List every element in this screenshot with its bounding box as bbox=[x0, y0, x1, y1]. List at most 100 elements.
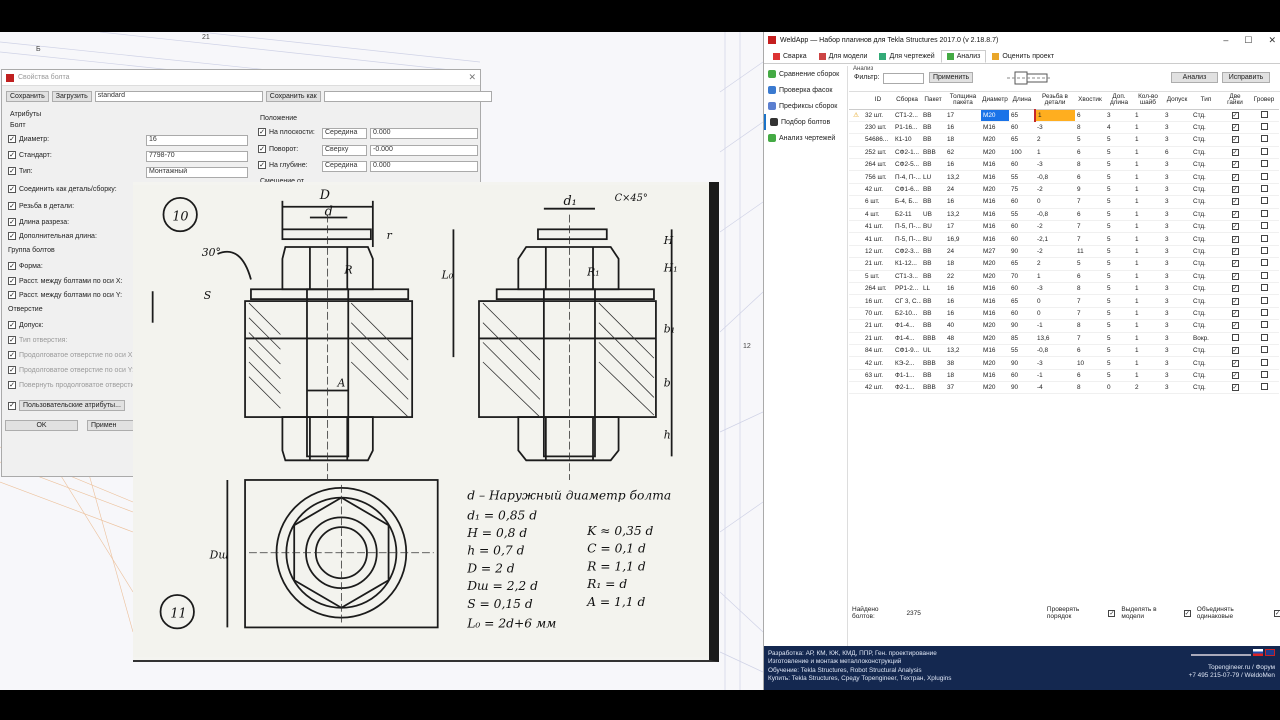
two-nuts-checkbox[interactable]: ✓ bbox=[1221, 109, 1249, 122]
table-cell[interactable]: 1 bbox=[1133, 257, 1163, 271]
table-cell[interactable]: 1 bbox=[1133, 270, 1163, 283]
table-cell[interactable]: BB bbox=[921, 369, 945, 383]
type-checkbox[interactable]: ✓ bbox=[8, 167, 16, 175]
ok-button[interactable]: OK bbox=[5, 420, 78, 431]
en-flag-icon[interactable] bbox=[1265, 649, 1275, 656]
select-model-checkbox[interactable]: ✓ bbox=[1183, 609, 1191, 617]
table-cell[interactable]: 13,6 bbox=[1035, 332, 1075, 345]
dist-y-checkbox[interactable]: ✓ bbox=[8, 291, 16, 299]
table-cell[interactable]: 65 bbox=[1009, 109, 1035, 122]
two-nuts-checkbox[interactable]: ✓ bbox=[1221, 232, 1249, 246]
ru-flag-icon[interactable] bbox=[1253, 649, 1263, 656]
table-cell[interactable]: M16 bbox=[981, 170, 1009, 184]
table-cell[interactable]: 63 шт. bbox=[863, 369, 893, 383]
table-cell[interactable]: 18 bbox=[945, 133, 981, 147]
table-cell[interactable]: 75 bbox=[1009, 183, 1035, 197]
table-cell[interactable]: 8 bbox=[1075, 381, 1105, 395]
table-cell[interactable]: 41 шт. bbox=[863, 220, 893, 234]
table-cell[interactable]: BB bbox=[921, 183, 945, 197]
table-cell[interactable]: Стд. bbox=[1191, 220, 1221, 234]
table-cell[interactable]: 55 bbox=[1009, 208, 1035, 222]
table-cell[interactable]: 5 bbox=[1105, 158, 1133, 172]
table-cell[interactable]: 17 bbox=[945, 220, 981, 234]
table-cell[interactable]: 3 bbox=[1163, 220, 1191, 234]
table-cell[interactable]: Стд. bbox=[1191, 307, 1221, 321]
table-cell[interactable]: 18 bbox=[945, 369, 981, 383]
table-cell[interactable]: 5 bbox=[1105, 282, 1133, 296]
table-cell[interactable]: 7 bbox=[1075, 332, 1105, 345]
table-cell[interactable]: 16 bbox=[945, 294, 981, 308]
two-nuts-checkbox[interactable]: ✓ bbox=[1221, 170, 1249, 184]
rotation-checkbox[interactable]: ✓ bbox=[258, 145, 266, 153]
checkbox-box[interactable] bbox=[1260, 370, 1268, 378]
table-cell[interactable]: РР1-2... bbox=[893, 282, 921, 296]
table-cell[interactable]: -0,8 bbox=[1035, 170, 1075, 184]
close-icon[interactable]: ✕ bbox=[1268, 35, 1276, 46]
table-cell[interactable]: BB bbox=[921, 270, 945, 283]
minimize-icon[interactable]: – bbox=[1223, 35, 1228, 46]
tab-model[interactable]: Для модели bbox=[813, 50, 874, 63]
table-cell[interactable]: 21 шт. bbox=[863, 319, 893, 333]
table-cell[interactable]: BB bbox=[921, 294, 945, 308]
table-cell[interactable]: 60 bbox=[1009, 232, 1035, 246]
sidebar-item-compare[interactable]: Сравнение сборок bbox=[764, 66, 847, 82]
table-cell[interactable]: 60 bbox=[1009, 369, 1035, 383]
table-cell[interactable]: 1 bbox=[1133, 170, 1163, 184]
table-cell[interactable]: 90 bbox=[1009, 319, 1035, 333]
table-cell[interactable]: 3 bbox=[1163, 158, 1191, 172]
user-attributes-button[interactable]: Пользовательские атрибуты... bbox=[19, 400, 125, 411]
tab-estimate[interactable]: Оценить проект bbox=[986, 50, 1060, 63]
table-row[interactable]: 41 шт. П-5, П-... BU 17 M16 60 -2 7 5 1 3 Стд. ✓ bbox=[849, 220, 1279, 234]
table-cell[interactable]: M16 bbox=[981, 344, 1009, 358]
table-cell[interactable]: 5 bbox=[1105, 257, 1133, 271]
checkbox-box[interactable] bbox=[1260, 222, 1268, 230]
table-cell[interactable]: BB bbox=[921, 307, 945, 321]
table-cell[interactable]: BB bbox=[921, 109, 945, 122]
table-cell[interactable]: Ф1-4... bbox=[893, 332, 921, 345]
tab-weld[interactable]: Сварка bbox=[767, 50, 813, 63]
table-cell[interactable]: 65 bbox=[1009, 294, 1035, 308]
table-cell[interactable]: -0,8 bbox=[1035, 344, 1075, 358]
table-row[interactable]: 21 шт. Ф1-4... BB 40 M20 90 -1 8 5 1 3 Стд. ✓ bbox=[849, 319, 1279, 333]
two-nuts-checkbox[interactable]: ✓ bbox=[1221, 208, 1249, 222]
table-cell[interactable]: 1 bbox=[1133, 232, 1163, 246]
table-cell[interactable]: 42 шт. bbox=[863, 356, 893, 370]
table-cell[interactable]: 3 bbox=[1163, 208, 1191, 222]
table-cell[interactable]: 3 bbox=[1163, 245, 1191, 259]
table-cell[interactable]: 1 bbox=[1133, 245, 1163, 259]
table-cell[interactable]: 1 bbox=[1133, 332, 1163, 345]
table-cell[interactable]: 16 шт. bbox=[863, 294, 893, 308]
table-cell[interactable]: M16 bbox=[981, 208, 1009, 222]
table-cell[interactable]: 22 bbox=[945, 270, 981, 283]
two-nuts-checkbox[interactable]: ✓ bbox=[1221, 319, 1249, 333]
table-cell[interactable]: 24 bbox=[945, 245, 981, 259]
table-cell[interactable]: 3 bbox=[1163, 369, 1191, 383]
table-cell[interactable]: 5 bbox=[1105, 133, 1133, 147]
grover-checkbox[interactable] bbox=[1249, 195, 1279, 209]
checkbox-box[interactable]: ✓ bbox=[1231, 359, 1239, 367]
table-cell[interactable]: 5 шт. bbox=[863, 270, 893, 283]
table-cell[interactable]: 1 bbox=[1133, 220, 1163, 234]
table-cell[interactable]: 17 bbox=[945, 109, 981, 122]
load-button[interactable]: Загрузить bbox=[51, 91, 92, 102]
table-cell[interactable]: 5 bbox=[1105, 232, 1133, 246]
table-cell[interactable]: Стд. bbox=[1191, 133, 1221, 147]
table-cell[interactable]: 3 bbox=[1163, 232, 1191, 246]
table-cell[interactable]: BB bbox=[921, 257, 945, 271]
table-cell[interactable]: 1 bbox=[1133, 133, 1163, 147]
connect-checkbox[interactable]: ✓ bbox=[8, 185, 16, 193]
checkbox-box[interactable]: ✓ bbox=[1231, 347, 1239, 355]
table-row[interactable]: 42 шт. Ф2-1... BBB 37 M20 90 -4 8 0 2 3 Стд. ✓ bbox=[849, 381, 1279, 395]
grover-checkbox[interactable] bbox=[1249, 332, 1279, 345]
table-cell[interactable]: 37 bbox=[945, 381, 981, 395]
two-nuts-checkbox[interactable]: ✓ bbox=[1221, 282, 1249, 296]
table-cell[interactable]: -3 bbox=[1035, 282, 1075, 296]
two-nuts-checkbox[interactable]: ✓ bbox=[1221, 133, 1249, 147]
table-row[interactable]: 5 шт. СТ1-3... BB 22 M20 70 1 6 5 1 3 Стд. ✓ bbox=[849, 270, 1279, 283]
footer-site-link[interactable]: Topengineer.ru / Форум bbox=[1189, 664, 1275, 672]
table-cell[interactable]: 16 bbox=[945, 282, 981, 296]
table-cell[interactable]: К1-10 bbox=[893, 133, 921, 147]
table-cell[interactable]: 38 bbox=[945, 356, 981, 370]
checkbox-box[interactable]: ✓ bbox=[1231, 111, 1239, 119]
checkbox-box[interactable] bbox=[1260, 259, 1268, 267]
